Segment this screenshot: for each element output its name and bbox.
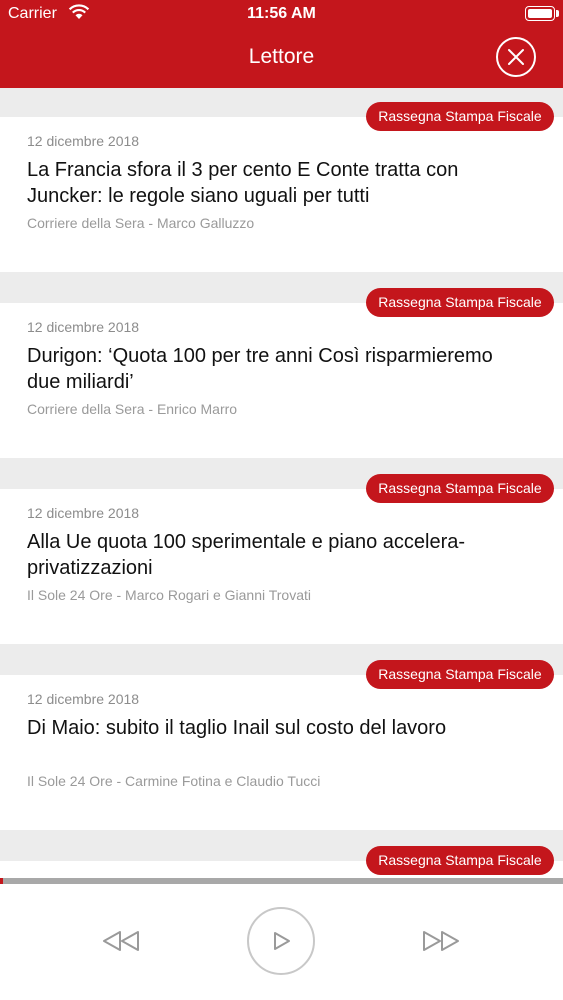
progress-bar[interactable]	[0, 878, 563, 884]
article-card[interactable]: 12 dicembre 2018 Alla Ue quota 100 speri…	[0, 489, 563, 644]
category-badge[interactable]: Rassegna Stampa Fiscale	[366, 102, 554, 131]
article-card[interactable]: 12 dicembre 2018 La Francia sfora il 3 p…	[0, 117, 563, 272]
battery-icon	[525, 6, 559, 21]
app-header: Carrier 11:56 AM Lettore	[0, 0, 563, 88]
article-source: Corriere della Sera - Marco Galluzzo	[27, 215, 255, 231]
close-icon	[508, 49, 524, 65]
fast-forward-icon[interactable]	[422, 930, 460, 952]
category-badge[interactable]: Rassegna Stampa Fiscale	[366, 288, 554, 317]
article-date: 12 dicembre 2018	[27, 691, 140, 707]
play-button[interactable]	[247, 907, 315, 975]
article-source: Il Sole 24 Ore - Marco Rogari e Gianni T…	[27, 587, 312, 603]
category-badge[interactable]: Rassegna Stampa Fiscale	[366, 846, 554, 875]
progress-fill	[0, 878, 3, 884]
category-badge[interactable]: Rassegna Stampa Fiscale	[366, 660, 554, 689]
article-date: 12 dicembre 2018	[27, 319, 140, 335]
article-date: 12 dicembre 2018	[27, 505, 140, 521]
page-title: Lettore	[248, 45, 315, 68]
article-headline: Di Maio: subito il taglio Inail sul cost…	[27, 717, 447, 739]
article-date: 12 dicembre 2018	[27, 133, 140, 149]
article-headline: Alla Ue quota 100 sperimentale e piano a…	[27, 531, 466, 579]
article-source: Il Sole 24 Ore - Carmine Fotina e Claudi…	[27, 773, 321, 789]
article-source: Corriere della Sera - Enrico Marro	[27, 401, 238, 417]
play-icon	[274, 932, 290, 950]
article-headline: La Francia sfora il 3 per cento E Conte …	[27, 159, 459, 207]
status-bar: Carrier 11:56 AM	[0, 0, 563, 28]
rewind-icon[interactable]	[102, 930, 140, 952]
status-time: 11:56 AM	[247, 5, 316, 22]
article-headline: Durigon: ‘Quota 100 per tre anni Così ri…	[27, 345, 493, 393]
close-button[interactable]	[496, 37, 536, 77]
category-badge[interactable]: Rassegna Stampa Fiscale	[366, 474, 554, 503]
article-card[interactable]: 12 dicembre 2018 Durigon: ‘Quota 100 per…	[0, 303, 563, 458]
article-card[interactable]: 12 dicembre 2018 Di Maio: subito il tagl…	[0, 675, 563, 830]
audio-player	[0, 878, 563, 1000]
